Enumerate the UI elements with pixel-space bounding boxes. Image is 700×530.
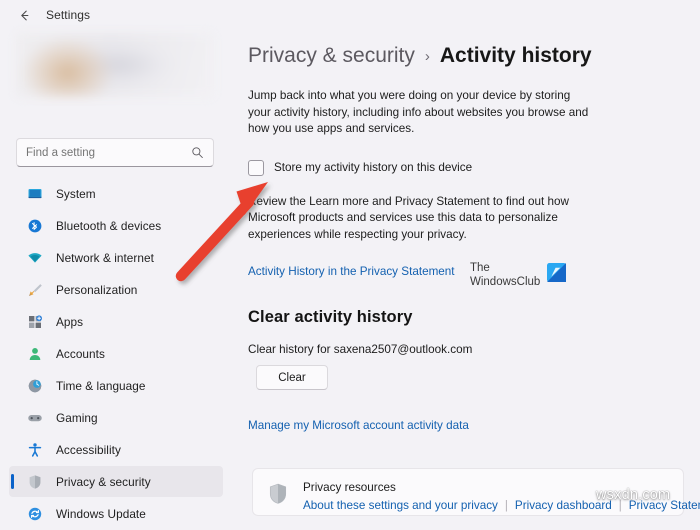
checkbox-label: Store my activity history on this device	[274, 161, 473, 174]
search-icon	[190, 146, 204, 160]
sidebar-item-label: Network & internet	[56, 250, 154, 265]
about-settings-privacy-link[interactable]: About these settings and your privacy	[303, 499, 498, 512]
breadcrumb-parent[interactable]: Privacy & security	[248, 42, 415, 70]
sidebar-item-label: Bluetooth & devices	[56, 218, 162, 233]
sidebar-item-label: Apps	[56, 314, 84, 329]
title-bar: Settings	[0, 0, 700, 30]
sidebar-nav: System Bluetooth & devices Network & int…	[0, 178, 232, 530]
sidebar-item-personalization[interactable]: Personalization	[9, 274, 223, 305]
person-icon	[26, 345, 43, 362]
sidebar-item-accessibility[interactable]: Accessibility	[9, 434, 223, 465]
update-refresh-icon	[26, 505, 43, 522]
apps-grid-icon	[26, 313, 43, 330]
sidebar-item-time-language[interactable]: Time & language	[9, 370, 223, 401]
sidebar-item-label: Privacy & security	[56, 474, 151, 489]
sidebar-item-apps[interactable]: Apps	[9, 306, 223, 337]
checkbox-box-icon[interactable]	[248, 159, 264, 176]
monitor-icon	[26, 185, 43, 202]
search-input[interactable]	[26, 146, 190, 159]
main-content: Privacy & security › Activity history Ju…	[232, 30, 700, 516]
store-activity-history-checkbox[interactable]: Store my activity history on this device	[248, 159, 473, 176]
sidebar-item-system[interactable]: System	[9, 178, 223, 209]
shield-icon	[26, 473, 43, 490]
sidebar-item-label: Gaming	[56, 410, 98, 425]
clear-history-description: Clear history for saxena2507@outlook.com	[248, 343, 473, 356]
link-separator: |	[504, 499, 508, 512]
breadcrumb-separator-icon: ›	[424, 48, 430, 65]
shield-icon	[267, 482, 289, 506]
search-box[interactable]	[16, 138, 214, 167]
bluetooth-icon	[26, 217, 43, 234]
sidebar-item-label: Windows Update	[56, 506, 146, 521]
sidebar-item-label: Accounts	[56, 346, 105, 361]
sidebar-item-label: Time & language	[56, 378, 146, 393]
sidebar-item-windows-update[interactable]: Windows Update	[9, 498, 223, 529]
manage-account-link-row: Manage my Microsoft account activity dat…	[248, 416, 682, 434]
activity-history-privacy-statement-link[interactable]: Activity History in the Privacy Statemen…	[248, 265, 455, 278]
clock-globe-icon	[26, 377, 43, 394]
manage-microsoft-account-activity-link[interactable]: Manage my Microsoft account activity dat…	[248, 419, 469, 432]
privacy-statement-link[interactable]: Privacy Statement	[629, 499, 700, 512]
sidebar-item-label: Personalization	[56, 282, 138, 297]
user-profile-blurred[interactable]	[16, 33, 214, 97]
accessibility-icon	[26, 441, 43, 458]
privacy-resources-links: About these settings and your privacy | …	[303, 499, 700, 512]
review-description: Review the Learn more and Privacy Statem…	[248, 194, 569, 241]
sidebar-item-gaming[interactable]: Gaming	[9, 402, 223, 433]
wifi-icon	[26, 249, 43, 266]
back-arrow-icon	[20, 10, 28, 20]
privacy-resources-card: Privacy resources About these settings a…	[252, 468, 700, 516]
intro-description: Jump back into what you were doing on yo…	[248, 89, 589, 135]
privacy-resources-title: Privacy resources	[303, 481, 396, 494]
sidebar-item-network-internet[interactable]: Network & internet	[9, 242, 223, 273]
privacy-resources-body: Privacy resources About these settings a…	[303, 481, 700, 512]
sidebar: System Bluetooth & devices Network & int…	[0, 30, 232, 521]
back-button[interactable]	[14, 5, 34, 25]
clear-button[interactable]: Clear	[256, 365, 328, 390]
gamepad-icon	[26, 409, 43, 426]
paintbrush-icon	[26, 281, 43, 298]
breadcrumb: Privacy & security › Activity history	[248, 42, 682, 70]
link-separator: |	[618, 499, 622, 512]
privacy-dashboard-link[interactable]: Privacy dashboard	[515, 499, 612, 512]
sidebar-item-bluetooth-devices[interactable]: Bluetooth & devices	[9, 210, 223, 241]
sidebar-item-privacy-security[interactable]: Privacy & security	[9, 466, 223, 497]
app-title: Settings	[46, 8, 91, 22]
page-title: Activity history	[439, 44, 592, 67]
sidebar-item-accounts[interactable]: Accounts	[9, 338, 223, 369]
clear-activity-history-heading: Clear activity history	[248, 308, 413, 326]
sidebar-item-label: System	[56, 186, 96, 201]
privacy-statement-link-row: Activity History in the Privacy Statemen…	[248, 262, 682, 280]
sidebar-item-label: Accessibility	[56, 442, 121, 457]
